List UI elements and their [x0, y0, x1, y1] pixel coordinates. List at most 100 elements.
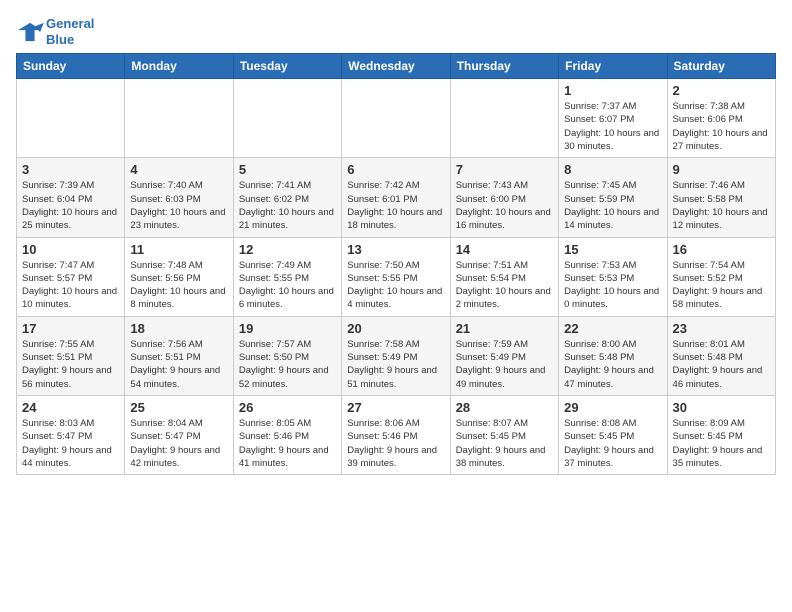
day-number: 24 [22, 400, 119, 415]
day-number: 2 [673, 83, 770, 98]
day-number: 28 [456, 400, 553, 415]
calendar-cell: 24 Sunrise: 8:03 AM Sunset: 5:47 PM Dayli… [17, 395, 125, 474]
calendar-week-row: 10 Sunrise: 7:47 AM Sunset: 5:57 PM Dayli… [17, 237, 776, 316]
day-info: Sunrise: 8:06 AM Sunset: 5:46 PM Dayligh… [347, 417, 444, 470]
calendar-cell: 3Sunrise: 7:39 AM Sunset: 6:04 PM Daylig… [17, 158, 125, 237]
weekday-header-monday: Monday [125, 54, 233, 79]
day-info: Sunrise: 8:07 AM Sunset: 5:45 PM Dayligh… [456, 417, 553, 470]
day-number: 17 [22, 321, 119, 336]
calendar-cell: 12Sunrise: 7:49 AM Sunset: 5:55 PM Dayli… [233, 237, 341, 316]
calendar-cell: 13 Sunrise: 7:50 AM Sunset: 5:55 PM Dayli… [342, 237, 450, 316]
day-number: 26 [239, 400, 336, 415]
day-number: 22 [564, 321, 661, 336]
day-info: Sunrise: 7:41 AM Sunset: 6:02 PM Dayligh… [239, 179, 336, 232]
calendar-week-row: 1 Sunrise: 7:37 AM Sunset: 6:07 PM Daylig… [17, 79, 776, 158]
calendar-cell: 16 Sunrise: 7:54 AM Sunset: 5:52 PM Dayli… [667, 237, 775, 316]
day-number: 14 [456, 242, 553, 257]
day-info: Sunrise: 7:58 AM Sunset: 5:49 PM Dayligh… [347, 338, 444, 391]
calendar-cell: 2 Sunrise: 7:38 AM Sunset: 6:06 PM Daylig… [667, 79, 775, 158]
day-info: Sunrise: 8:05 AM Sunset: 5:46 PM Dayligh… [239, 417, 336, 470]
day-info: Sunrise: 8:03 AM Sunset: 5:47 PM Dayligh… [22, 417, 119, 470]
day-number: 15 [564, 242, 661, 257]
calendar-cell [17, 79, 125, 158]
day-number: 5 [239, 162, 336, 177]
calendar-cell: 18 Sunrise: 7:56 AM Sunset: 5:51 PM Dayli… [125, 316, 233, 395]
day-number: 20 [347, 321, 444, 336]
day-number: 19 [239, 321, 336, 336]
day-info: Sunrise: 7:45 AM Sunset: 5:59 PM Dayligh… [564, 179, 661, 232]
logo: General Blue [16, 16, 94, 47]
day-info: Sunrise: 7:40 AM Sunset: 6:03 PM Dayligh… [130, 179, 227, 232]
day-number: 16 [673, 242, 770, 257]
page-header: General Blue [16, 16, 776, 47]
day-info: Sunrise: 7:51 AM Sunset: 5:54 PM Dayligh… [456, 259, 553, 312]
day-info: Sunrise: 7:47 AM Sunset: 5:57 PM Dayligh… [22, 259, 119, 312]
calendar-cell: 7Sunrise: 7:43 AM Sunset: 6:00 PM Daylig… [450, 158, 558, 237]
calendar-cell: 23Sunrise: 8:01 AM Sunset: 5:48 PM Dayli… [667, 316, 775, 395]
day-info: Sunrise: 7:56 AM Sunset: 5:51 PM Dayligh… [130, 338, 227, 391]
calendar-week-row: 17 Sunrise: 7:55 AM Sunset: 5:51 PM Dayli… [17, 316, 776, 395]
calendar-cell: 28 Sunrise: 8:07 AM Sunset: 5:45 PM Dayli… [450, 395, 558, 474]
day-number: 23 [673, 321, 770, 336]
calendar-cell: 9Sunrise: 7:46 AM Sunset: 5:58 PM Daylig… [667, 158, 775, 237]
day-number: 13 [347, 242, 444, 257]
day-number: 4 [130, 162, 227, 177]
day-number: 1 [564, 83, 661, 98]
calendar-cell [342, 79, 450, 158]
calendar-cell: 15Sunrise: 7:53 AM Sunset: 5:53 PM Dayli… [559, 237, 667, 316]
day-info: Sunrise: 7:37 AM Sunset: 6:07 PM Dayligh… [564, 100, 661, 153]
day-number: 29 [564, 400, 661, 415]
calendar-cell: 6Sunrise: 7:42 AM Sunset: 6:01 PM Daylig… [342, 158, 450, 237]
calendar-cell: 21 Sunrise: 7:59 AM Sunset: 5:49 PM Dayli… [450, 316, 558, 395]
day-info: Sunrise: 7:48 AM Sunset: 5:56 PM Dayligh… [130, 259, 227, 312]
day-info: Sunrise: 8:00 AM Sunset: 5:48 PM Dayligh… [564, 338, 661, 391]
day-number: 8 [564, 162, 661, 177]
calendar-cell: 26 Sunrise: 8:05 AM Sunset: 5:46 PM Dayli… [233, 395, 341, 474]
calendar-week-row: 24 Sunrise: 8:03 AM Sunset: 5:47 PM Dayli… [17, 395, 776, 474]
calendar-cell: 22 Sunrise: 8:00 AM Sunset: 5:48 PM Dayli… [559, 316, 667, 395]
day-info: Sunrise: 8:08 AM Sunset: 5:45 PM Dayligh… [564, 417, 661, 470]
weekday-header-tuesday: Tuesday [233, 54, 341, 79]
day-info: Sunrise: 7:57 AM Sunset: 5:50 PM Dayligh… [239, 338, 336, 391]
day-info: Sunrise: 8:04 AM Sunset: 5:47 PM Dayligh… [130, 417, 227, 470]
weekday-header-row: SundayMondayTuesdayWednesdayThursdayFrid… [17, 54, 776, 79]
calendar-cell [125, 79, 233, 158]
calendar-cell: 4 Sunrise: 7:40 AM Sunset: 6:03 PM Daylig… [125, 158, 233, 237]
day-number: 10 [22, 242, 119, 257]
calendar-cell: 25 Sunrise: 8:04 AM Sunset: 5:47 PM Dayli… [125, 395, 233, 474]
day-number: 3 [22, 162, 119, 177]
calendar-cell: 27 Sunrise: 8:06 AM Sunset: 5:46 PM Dayli… [342, 395, 450, 474]
day-info: Sunrise: 7:54 AM Sunset: 5:52 PM Dayligh… [673, 259, 770, 312]
calendar-cell: 11Sunrise: 7:48 AM Sunset: 5:56 PM Dayli… [125, 237, 233, 316]
day-info: Sunrise: 7:42 AM Sunset: 6:01 PM Dayligh… [347, 179, 444, 232]
calendar-cell: 30Sunrise: 8:09 AM Sunset: 5:45 PM Dayli… [667, 395, 775, 474]
calendar-cell: 20 Sunrise: 7:58 AM Sunset: 5:49 PM Dayli… [342, 316, 450, 395]
calendar-cell: 19 Sunrise: 7:57 AM Sunset: 5:50 PM Dayli… [233, 316, 341, 395]
calendar-cell: 8 Sunrise: 7:45 AM Sunset: 5:59 PM Daylig… [559, 158, 667, 237]
calendar-cell: 17 Sunrise: 7:55 AM Sunset: 5:51 PM Dayli… [17, 316, 125, 395]
day-info: Sunrise: 7:38 AM Sunset: 6:06 PM Dayligh… [673, 100, 770, 153]
day-number: 30 [673, 400, 770, 415]
day-number: 25 [130, 400, 227, 415]
day-number: 27 [347, 400, 444, 415]
calendar-cell: 10 Sunrise: 7:47 AM Sunset: 5:57 PM Dayli… [17, 237, 125, 316]
weekday-header-saturday: Saturday [667, 54, 775, 79]
day-info: Sunrise: 7:59 AM Sunset: 5:49 PM Dayligh… [456, 338, 553, 391]
weekday-header-thursday: Thursday [450, 54, 558, 79]
day-number: 21 [456, 321, 553, 336]
weekday-header-friday: Friday [559, 54, 667, 79]
logo-icon [16, 21, 44, 43]
weekday-header-sunday: Sunday [17, 54, 125, 79]
calendar-cell: 29 Sunrise: 8:08 AM Sunset: 5:45 PM Dayli… [559, 395, 667, 474]
calendar-table: SundayMondayTuesdayWednesdayThursdayFrid… [16, 53, 776, 475]
calendar-cell: 1 Sunrise: 7:37 AM Sunset: 6:07 PM Daylig… [559, 79, 667, 158]
weekday-header-wednesday: Wednesday [342, 54, 450, 79]
day-number: 12 [239, 242, 336, 257]
day-info: Sunrise: 7:46 AM Sunset: 5:58 PM Dayligh… [673, 179, 770, 232]
day-info: Sunrise: 7:55 AM Sunset: 5:51 PM Dayligh… [22, 338, 119, 391]
calendar-week-row: 3Sunrise: 7:39 AM Sunset: 6:04 PM Daylig… [17, 158, 776, 237]
day-info: Sunrise: 7:50 AM Sunset: 5:55 PM Dayligh… [347, 259, 444, 312]
logo-text: General Blue [46, 16, 94, 47]
calendar-cell [233, 79, 341, 158]
day-number: 18 [130, 321, 227, 336]
